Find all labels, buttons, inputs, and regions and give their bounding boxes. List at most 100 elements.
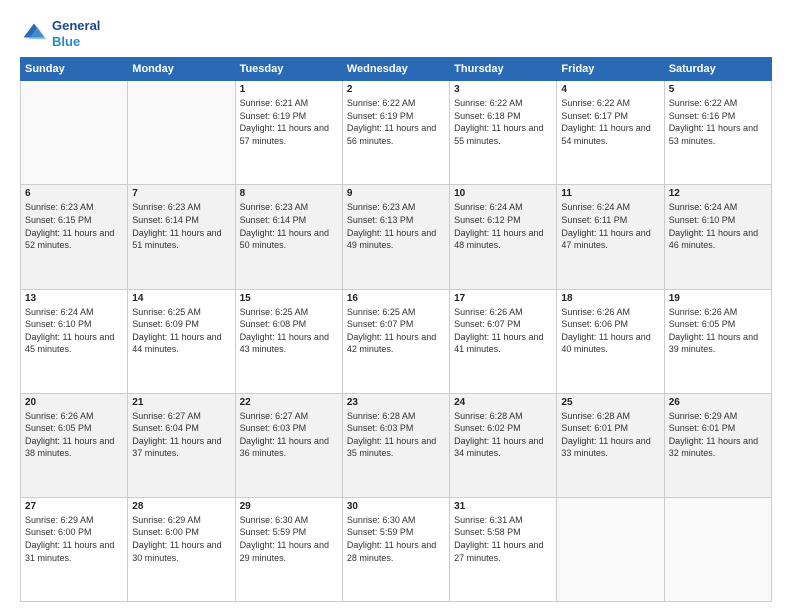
- day-info: Sunrise: 6:27 AMSunset: 6:04 PMDaylight:…: [132, 410, 230, 460]
- sunset: Sunset: 5:59 PM: [240, 527, 307, 537]
- daylight: Daylight: 11 hours and 33 minutes.: [561, 436, 650, 459]
- day-info: Sunrise: 6:28 AM Sunset: 6:03 PM Daylight:…: [347, 410, 445, 460]
- day-info: Sunrise: 6:28 AMSunset: 6:02 PMDaylight:…: [454, 410, 552, 460]
- day-number: 8: [240, 188, 338, 199]
- week-row-3: 13Sunrise: 6:24 AMSunset: 6:10 PMDayligh…: [21, 289, 772, 393]
- sunrise: Sunrise: 6:22 AM: [669, 98, 738, 108]
- sunset: Sunset: 6:00 PM: [25, 527, 92, 537]
- day-number: 27: [25, 501, 123, 512]
- day-info: Sunrise: 6:30 AMSunset: 5:59 PMDaylight:…: [240, 514, 338, 564]
- day-number: 24: [454, 397, 552, 408]
- day-cell: 29Sunrise: 6:30 AMSunset: 5:59 PMDayligh…: [235, 497, 342, 601]
- day-number: 28: [132, 501, 230, 512]
- sunrise: Sunrise: 6:29 AM: [25, 515, 94, 525]
- day-cell: [128, 81, 235, 185]
- day-info: Sunrise: 6:21 AMSunset: 6:19 PMDaylight:…: [240, 97, 338, 147]
- header: General Blue: [20, 18, 772, 49]
- sunrise: Sunrise: 6:25 AM: [240, 307, 309, 317]
- weekday-header-wednesday: Wednesday: [342, 58, 449, 81]
- day-number: 7: [132, 188, 230, 199]
- daylight: Daylight: 11 hours and 28 minutes.: [347, 540, 436, 563]
- sunset: Sunset: 6:05 PM: [669, 319, 736, 329]
- daylight: Daylight: 11 hours and 45 minutes.: [25, 332, 114, 355]
- sunrise: Sunrise: 6:23 AM: [132, 202, 201, 212]
- sunset: Sunset: 6:10 PM: [25, 319, 92, 329]
- day-cell: [664, 497, 771, 601]
- sunset: Sunset: 6:03 PM: [240, 423, 307, 433]
- day-number: 9: [347, 188, 445, 199]
- sunrise: Sunrise: 6:22 AM: [561, 98, 630, 108]
- day-info: Sunrise: 6:22 AMSunset: 6:16 PMDaylight:…: [669, 97, 767, 147]
- daylight: Daylight: 11 hours and 53 minutes.: [669, 123, 758, 146]
- sunrise: Sunrise: 6:27 AM: [240, 411, 309, 421]
- day-info: Sunrise: 6:26 AMSunset: 6:05 PMDaylight:…: [669, 306, 767, 356]
- day-number: 2: [347, 84, 445, 95]
- daylight: Daylight: 11 hours and 51 minutes.: [132, 228, 221, 251]
- sunrise: Sunrise: 6:28 AM: [347, 411, 416, 421]
- week-row-5: 27 Sunrise: 6:29 AM Sunset: 6:00 PM Dayligh…: [21, 497, 772, 601]
- day-info: Sunrise: 6:29 AMSunset: 6:00 PMDaylight:…: [25, 514, 123, 564]
- sunrise: Sunrise: 6:28 AM: [561, 411, 630, 421]
- day-cell: 5Sunrise: 6:22 AMSunset: 6:16 PMDaylight…: [664, 81, 771, 185]
- daylight: Daylight: 11 hours and 48 minutes.: [454, 228, 543, 251]
- day-number: 26: [669, 397, 767, 408]
- sunrise: Sunrise: 6:29 AM: [669, 411, 738, 421]
- day-info: Sunrise: 6:25 AMSunset: 6:09 PMDaylight:…: [132, 306, 230, 356]
- sunset: Sunset: 6:05 PM: [25, 423, 92, 433]
- sunrise: Sunrise: 6:25 AM: [347, 307, 416, 317]
- sunset: Sunset: 6:04 PM: [132, 423, 199, 433]
- day-cell: 2Sunrise: 6:22 AMSunset: 6:19 PMDaylight…: [342, 81, 449, 185]
- sunrise: Sunrise: 6:22 AM: [454, 98, 523, 108]
- day-number: 19: [669, 293, 767, 304]
- sunset: Sunset: 6:06 PM: [561, 319, 628, 329]
- logo-text: General Blue: [52, 18, 100, 49]
- sunset: Sunset: 5:58 PM: [454, 527, 521, 537]
- day-number: 22: [240, 397, 338, 408]
- sunset: Sunset: 6:03 PM: [347, 423, 414, 433]
- sunset: Sunset: 6:18 PM: [454, 111, 521, 121]
- sunset: Sunset: 6:11 PM: [561, 215, 627, 225]
- sunrise: Sunrise: 6:22 AM: [347, 98, 416, 108]
- sunrise: Sunrise: 6:24 AM: [454, 202, 523, 212]
- day-number: 1: [240, 84, 338, 95]
- sunset: Sunset: 6:17 PM: [561, 111, 628, 121]
- sunrise: Sunrise: 6:28 AM: [454, 411, 523, 421]
- day-info: Sunrise: 6:31 AMSunset: 5:58 PMDaylight:…: [454, 514, 552, 564]
- day-number: 15: [240, 293, 338, 304]
- weekday-header-friday: Friday: [557, 58, 664, 81]
- daylight: Daylight: 11 hours and 34 minutes.: [454, 436, 543, 459]
- sunrise: Sunrise: 6:25 AM: [132, 307, 201, 317]
- daylight: Daylight: 11 hours and 55 minutes.: [454, 123, 543, 146]
- day-cell: 21Sunrise: 6:27 AMSunset: 6:04 PMDayligh…: [128, 393, 235, 497]
- day-cell: 26Sunrise: 6:29 AMSunset: 6:01 PMDayligh…: [664, 393, 771, 497]
- daylight: Daylight: 11 hours and 35 minutes.: [347, 436, 436, 459]
- day-cell: 13Sunrise: 6:24 AMSunset: 6:10 PMDayligh…: [21, 289, 128, 393]
- day-number: 10: [454, 188, 552, 199]
- sunrise: Sunrise: 6:26 AM: [669, 307, 738, 317]
- logo-icon: [20, 20, 48, 48]
- weekday-header-row: SundayMondayTuesdayWednesdayThursdayFrid…: [21, 58, 772, 81]
- day-number: 11: [561, 188, 659, 199]
- day-cell: [21, 81, 128, 185]
- day-info: Sunrise: 6:25 AMSunset: 6:07 PMDaylight:…: [347, 306, 445, 356]
- sunrise: Sunrise: 6:21 AM: [240, 98, 309, 108]
- sunrise: Sunrise: 6:24 AM: [25, 307, 94, 317]
- day-cell: 4Sunrise: 6:22 AMSunset: 6:17 PMDaylight…: [557, 81, 664, 185]
- weekday-header-monday: Monday: [128, 58, 235, 81]
- day-number: 6: [25, 188, 123, 199]
- sunset: Sunset: 6:00 PM: [132, 527, 199, 537]
- sunrise: Sunrise: 6:30 AM: [240, 515, 309, 525]
- daylight: Daylight: 11 hours and 38 minutes.: [25, 436, 114, 459]
- sunset: Sunset: 5:59 PM: [347, 527, 414, 537]
- week-row-4: 20Sunrise: 6:26 AMSunset: 6:05 PMDayligh…: [21, 393, 772, 497]
- sunset: Sunset: 6:15 PM: [25, 215, 92, 225]
- sunset: Sunset: 6:12 PM: [454, 215, 521, 225]
- sunrise: Sunrise: 6:26 AM: [25, 411, 94, 421]
- day-cell: 12Sunrise: 6:24 AMSunset: 6:10 PMDayligh…: [664, 185, 771, 289]
- sunrise: Sunrise: 6:23 AM: [240, 202, 309, 212]
- day-cell: 3Sunrise: 6:22 AMSunset: 6:18 PMDaylight…: [450, 81, 557, 185]
- day-cell: 10 Sunrise: 6:24 AM Sunset: 6:12 PM Dayligh…: [450, 185, 557, 289]
- day-number: 29: [240, 501, 338, 512]
- day-cell: 15Sunrise: 6:25 AMSunset: 6:08 PMDayligh…: [235, 289, 342, 393]
- day-info: Sunrise: 6:22 AMSunset: 6:17 PMDaylight:…: [561, 97, 659, 147]
